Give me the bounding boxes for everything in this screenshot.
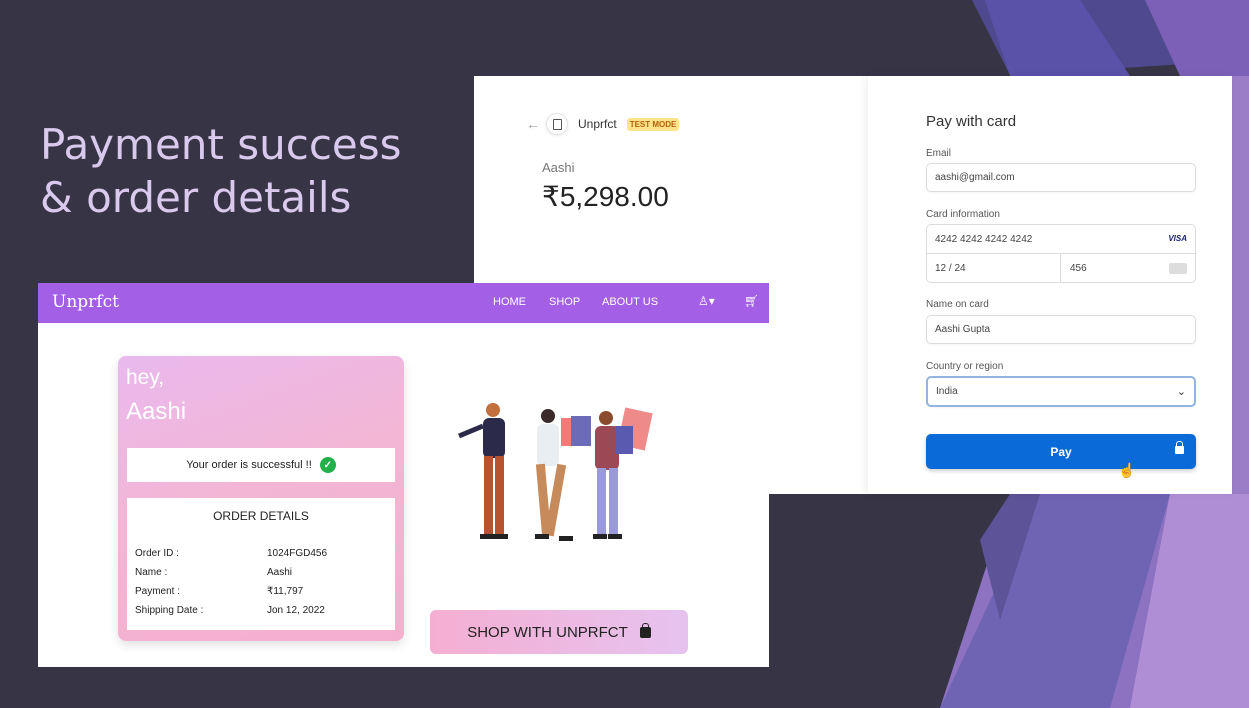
name-on-card-label: Name on card (926, 299, 989, 310)
pay-with-card-pane: Pay with card Email aashi@gmail.com Card… (868, 76, 1232, 494)
country-label: Country or region (926, 361, 1004, 372)
card-info-label: Card information (926, 209, 1000, 220)
name-on-card-value: Aashi Gupta (935, 324, 991, 335)
order-details-title: ORDER DETAILS (213, 509, 309, 523)
name-label: Name : (135, 567, 168, 578)
merchant-logo-icon (546, 113, 568, 135)
order-id-label: Order ID : (135, 548, 179, 559)
cvc-card-icon (1169, 263, 1187, 274)
chevron-down-icon: ⌄ (1176, 386, 1186, 398)
slide-title-line2: & order details (40, 173, 352, 222)
visa-icon: VISA (1168, 234, 1187, 243)
pay-button[interactable]: Pay (926, 434, 1196, 469)
nav-home[interactable]: HOME (493, 296, 526, 308)
navbar: Unprfct HOME SHOP ABOUT US ♙▾ 🛒︎ (38, 283, 769, 323)
order-details-box: ORDER DETAILS Order ID : 1024FGD456 Name… (127, 498, 395, 630)
check-circle-icon: ✓ (319, 457, 336, 473)
cart-icon[interactable]: 🛒︎ (744, 294, 759, 308)
payer-name: Aashi (542, 160, 575, 175)
shipping-date-label: Shipping Date : (135, 605, 204, 616)
email-field[interactable]: aashi@gmail.com (926, 163, 1196, 192)
test-mode-badge: TEST MODE (626, 117, 680, 131)
hand-cursor-icon: ☝ (1118, 462, 1136, 478)
nav-shop[interactable]: SHOP (549, 296, 580, 308)
card-info-group: 4242 4242 4242 4242 VISA 12 / 24 456 (926, 224, 1196, 283)
payment-amount: ₹5,298.00 (542, 181, 669, 212)
checkout-header: ← Unprfct TEST MODE (526, 113, 680, 135)
order-success-page: Unprfct HOME SHOP ABOUT US ♙▾ 🛒︎ hey, Aa… (38, 283, 769, 667)
user-icon[interactable]: ♙▾ (698, 294, 715, 308)
slide-title-line1: Payment success (40, 120, 402, 169)
payment-label: Payment : (135, 586, 181, 597)
shipping-date-value: Jon 12, 2022 (267, 605, 325, 616)
success-message: Your order is successful !! (186, 459, 312, 471)
email-value: aashi@gmail.com (935, 172, 1015, 183)
greeting: hey, (126, 366, 165, 389)
brand-logo[interactable]: Unprfct (52, 292, 119, 312)
card-cvc-value: 456 (1070, 262, 1087, 274)
shopping-bag-icon (639, 622, 651, 638)
order-id-value: 1024FGD456 (267, 548, 328, 559)
shop-button-label: SHOP WITH UNPRFCT (467, 623, 628, 641)
nav-about-us[interactable]: ABOUT US (602, 296, 658, 308)
pay-button-label: Pay (1050, 444, 1072, 459)
pay-with-card-title: Pay with card (926, 113, 1017, 130)
card-expiry-field[interactable]: 12 / 24 (927, 254, 1061, 282)
country-value: India (936, 386, 958, 397)
shoppers-illustration (458, 403, 653, 541)
lock-icon (1175, 441, 1184, 454)
greeting-card: hey, Aashi Your order is successful !! ✓… (118, 356, 404, 641)
user-name: Aashi (126, 398, 187, 425)
name-on-card-field[interactable]: Aashi Gupta (926, 315, 1196, 344)
success-message-box: Your order is successful !! ✓ (127, 448, 395, 482)
card-number-value: 4242 4242 4242 4242 (935, 233, 1033, 245)
card-number-field[interactable]: 4242 4242 4242 4242 (927, 225, 1195, 254)
arrow-left-icon[interactable]: ← (526, 116, 540, 132)
merchant-name: Unprfct (578, 117, 617, 131)
country-select[interactable]: India ⌄ (926, 376, 1196, 407)
email-label: Email (926, 148, 952, 159)
payment-value: ₹11,797 (267, 586, 304, 597)
slide-title: Payment success & order details (40, 118, 402, 224)
card-expiry-value: 12 / 24 (935, 262, 966, 274)
shop-with-unprfct-button[interactable]: SHOP WITH UNPRFCT (430, 610, 688, 654)
name-value: Aashi (267, 567, 293, 578)
